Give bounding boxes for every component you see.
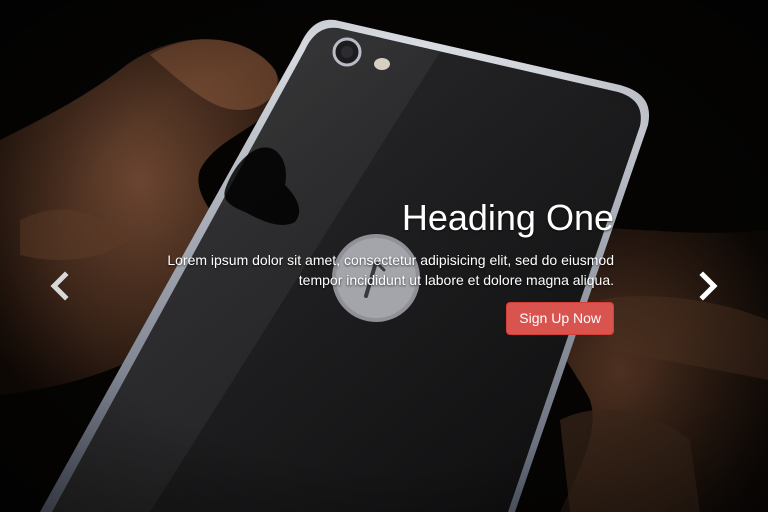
- hero-carousel: Heading One Lorem ipsum dolor sit amet, …: [0, 0, 768, 512]
- slide-caption: Heading One Lorem ipsum dolor sit amet, …: [144, 198, 614, 335]
- slide-description-line-2: tempor incididunt ut labore et dolore ma…: [298, 272, 614, 288]
- sign-up-button[interactable]: Sign Up Now: [506, 302, 614, 335]
- carousel-next-button[interactable]: [694, 270, 722, 302]
- carousel-prev-button[interactable]: [46, 270, 74, 302]
- slide-description-line-1: Lorem ipsum dolor sit amet, consectetur …: [167, 252, 614, 268]
- chevron-right-icon: [699, 271, 718, 301]
- slide-description: Lorem ipsum dolor sit amet, consectetur …: [144, 250, 614, 290]
- slide-heading: Heading One: [401, 197, 614, 238]
- chevron-left-icon: [50, 271, 69, 301]
